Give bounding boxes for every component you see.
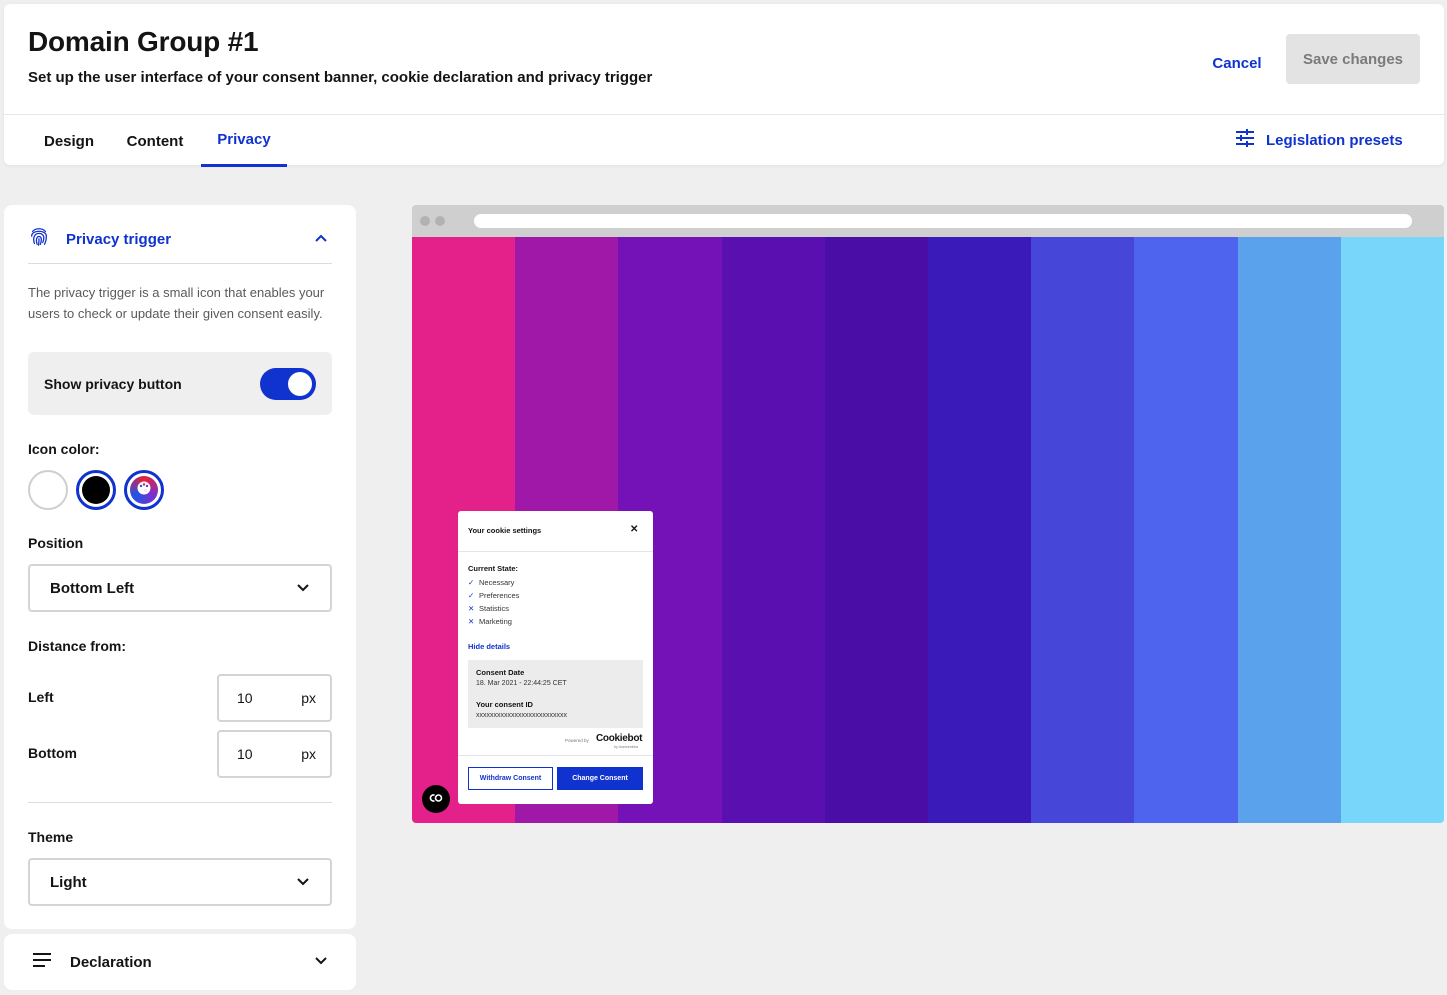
bottom-distance-value: 10 (237, 746, 253, 762)
tab-content[interactable]: Content (116, 115, 194, 167)
background-stripe (721, 237, 825, 823)
declaration-title: Declaration (70, 953, 152, 971)
position-select[interactable]: Bottom Left (28, 564, 332, 612)
check-icon: ✓ (468, 591, 475, 600)
consent-date-label: Consent Date (476, 668, 525, 677)
withdraw-consent-button[interactable]: Withdraw Consent (468, 767, 553, 790)
check-icon: ✓ (468, 578, 475, 587)
legislation-presets-label: Legislation presets (1266, 131, 1403, 149)
chevron-down-icon (314, 953, 328, 971)
consent-item-statistics: ✕ Statistics (468, 604, 509, 613)
distance-label: Distance from: (28, 638, 127, 654)
lines-icon (32, 952, 52, 973)
consent-item-label: Marketing (479, 617, 512, 626)
cookie-settings-dialog: Your cookie settings ✕ Current State: ✓ … (458, 511, 653, 804)
header-card: Domain Group #1 Set up the user interfac… (4, 4, 1444, 167)
background-stripe (1134, 237, 1238, 823)
sliders-icon (1234, 128, 1256, 152)
browser-dot (435, 216, 445, 226)
theme-label: Theme (28, 829, 74, 845)
close-icon[interactable]: ✕ (630, 524, 638, 535)
cookiebot-logo-sub: by Usercentrics (614, 745, 639, 749)
position-label: Position (28, 535, 84, 551)
declaration-panel-header[interactable]: Declaration (4, 934, 356, 990)
privacy-trigger-title: Privacy trigger (66, 230, 172, 248)
privacy-trigger-header[interactable]: Privacy trigger (28, 219, 332, 259)
bottom-distance-input[interactable]: 10 px (217, 730, 332, 778)
unit-label: px (301, 746, 316, 762)
privacy-trigger-panel: Privacy trigger The privacy trigger is a… (4, 205, 356, 929)
divider (458, 755, 653, 756)
consent-id-value: xxxxxxxxxxxxxxxxxxxxxxxxxx (476, 712, 567, 719)
browser-dot (420, 216, 430, 226)
consent-date-value: 18. Mar 2021 - 22:44:25 CET (476, 680, 567, 687)
cookiebot-logo: Cookiebot (596, 733, 643, 744)
page-subtitle: Set up the user interface of your consen… (28, 69, 653, 86)
legislation-presets-button[interactable]: Legislation presets (1234, 128, 1403, 152)
toggle-knob (288, 371, 312, 396)
banner-preview: Your cookie settings ✕ Current State: ✓ … (412, 205, 1444, 823)
url-bar (474, 214, 1412, 228)
save-changes-button[interactable]: Save changes (1286, 34, 1420, 84)
consent-item-label: Statistics (479, 604, 510, 613)
consent-item-label: Necessary (479, 578, 515, 587)
divider (28, 802, 332, 803)
show-privacy-button-toggle[interactable] (260, 367, 316, 400)
consent-item-label: Preferences (479, 591, 520, 600)
background-stripe (1340, 237, 1444, 823)
powered-by-label: Powered by (565, 738, 589, 743)
consent-item-necessary: ✓ Necessary (468, 578, 514, 587)
icon-color-black-swatch[interactable] (76, 470, 116, 510)
background-stripe (824, 237, 929, 823)
privacy-trigger-button[interactable] (422, 785, 450, 813)
left-distance-label: Left (28, 689, 54, 705)
position-value: Bottom Left (50, 579, 135, 597)
chevron-up-icon[interactable] (314, 230, 328, 248)
page-title: Domain Group #1 (28, 26, 259, 57)
chevron-down-icon (296, 874, 310, 891)
consent-item-marketing: ✕ Marketing (468, 617, 512, 626)
background-stripe (928, 237, 1032, 823)
bottom-distance-label: Bottom (28, 745, 77, 761)
cookie-trigger-icon (428, 790, 444, 808)
icon-color-white-swatch[interactable] (28, 470, 68, 510)
left-distance-input[interactable]: 10 px (217, 674, 332, 722)
background-stripe (1237, 237, 1341, 823)
divider (458, 551, 653, 552)
theme-select[interactable]: Light (28, 858, 332, 906)
privacy-trigger-description: The privacy trigger is a small icon that… (28, 285, 325, 321)
tab-privacy[interactable]: Privacy (201, 115, 287, 167)
icon-color-custom-swatch[interactable] (124, 470, 164, 510)
cancel-button[interactable]: Cancel (1200, 48, 1274, 78)
left-distance-value: 10 (237, 690, 253, 706)
cross-icon: ✕ (468, 604, 475, 613)
current-state-label: Current State: (468, 564, 519, 573)
dialog-title: Your cookie settings (468, 526, 542, 535)
theme-value: Light (50, 873, 87, 891)
consent-item-preferences: ✓ Preferences (468, 591, 519, 600)
browser-bar (412, 205, 1444, 237)
show-privacy-button-row: Show privacy button (28, 352, 332, 415)
consent-details-box: Consent Date 18. Mar 2021 - 22:44:25 CET… (468, 660, 643, 728)
background-stripe (1031, 237, 1135, 823)
chevron-down-icon (296, 580, 310, 597)
change-consent-button[interactable]: Change Consent (557, 767, 643, 790)
hide-details-link[interactable]: Hide details (468, 642, 510, 651)
unit-label: px (301, 690, 316, 706)
fingerprint-icon (28, 226, 50, 253)
palette-icon (136, 480, 152, 501)
consent-id-label: Your consent ID (476, 700, 533, 709)
show-privacy-button-label: Show privacy button (44, 375, 182, 392)
cross-icon: ✕ (468, 617, 475, 626)
tab-design[interactable]: Design (28, 115, 110, 167)
icon-color-label: Icon color: (28, 441, 100, 457)
divider (28, 263, 332, 264)
